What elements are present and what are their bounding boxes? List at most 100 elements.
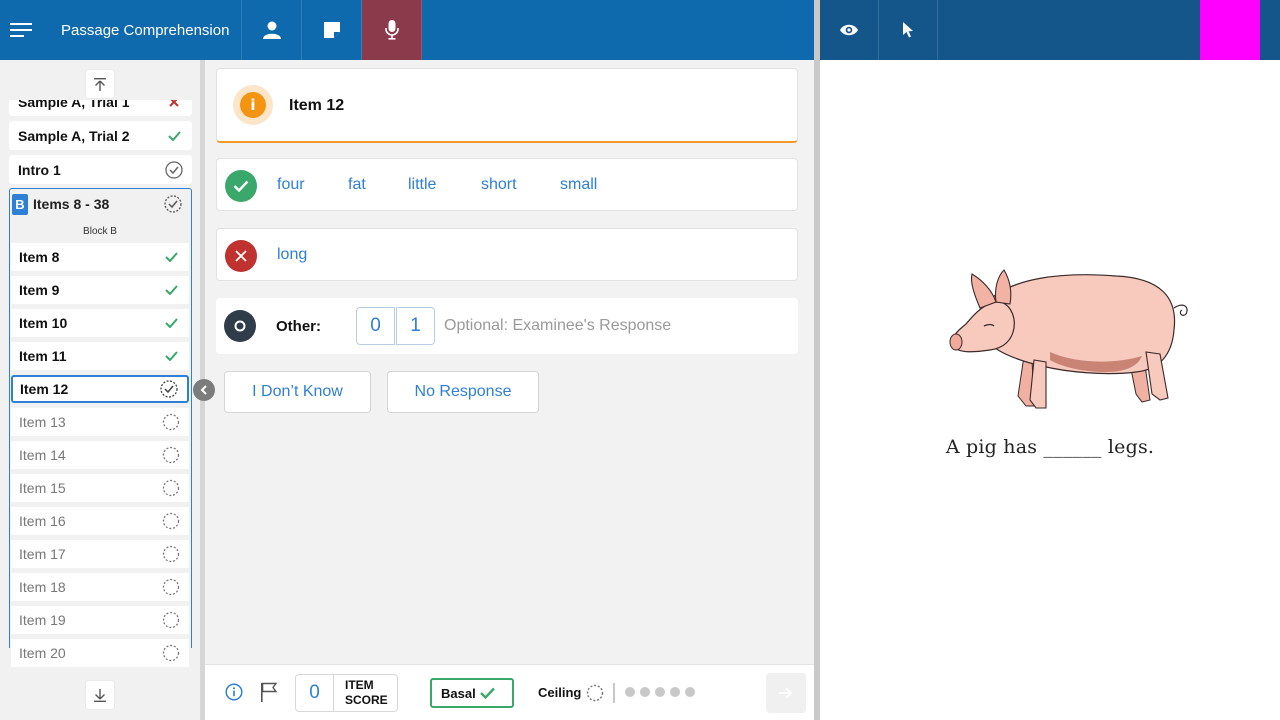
other-response-card: Other: 0 1 [216, 298, 798, 354]
sidebar-item-sample-a-trial-1[interactable]: Sample A, Trial 1 [9, 100, 192, 116]
ceiling-progress-dot [655, 687, 665, 697]
bottom-toolbar: 0 ITEM SCORE Basal Ceiling [205, 664, 814, 720]
not-started-circle-icon [162, 446, 180, 464]
check-icon [479, 687, 495, 699]
correct-check-icon [162, 248, 180, 266]
sidebar-item-item-16[interactable]: Item 16 [11, 507, 189, 535]
sidebar-item-item-8[interactable]: Item 8 [11, 243, 189, 271]
block-title: Items 8 - 38 [33, 196, 110, 212]
microphone-icon [384, 20, 399, 40]
other-label: Other: [276, 318, 321, 335]
sidebar-item-item-17[interactable]: Item 17 [11, 540, 189, 568]
notes-button[interactable] [302, 0, 362, 60]
correct-response-word[interactable]: little [408, 176, 436, 194]
sidebar-item-intro-1[interactable]: Intro 1 [9, 155, 192, 184]
correct-responses-card: four fat little short small [216, 158, 798, 211]
person-icon [262, 21, 281, 39]
correct-check-icon [165, 127, 183, 145]
score-0-button[interactable]: 0 [356, 307, 395, 345]
sidebar-item-item-19[interactable]: Item 19 [11, 606, 189, 634]
scoring-panel: i Item 12 four fat little short small lo… [205, 60, 814, 664]
sidebar-item-item-11[interactable]: Item 11 [11, 342, 189, 370]
item-score-label-line2: SCORE [345, 693, 388, 707]
in-progress-check-icon [160, 380, 178, 398]
pig-illustration [949, 269, 1188, 409]
sidebar-item-label: Item 10 [19, 315, 68, 331]
flag-icon [261, 682, 278, 702]
ceiling-progress-dot [685, 687, 695, 697]
sidebar-item-label: Item 16 [19, 513, 66, 529]
info-circle-icon [225, 683, 243, 701]
collapse-sidebar-button[interactable] [193, 379, 215, 401]
incorrect-x-icon[interactable] [225, 240, 257, 272]
examinee-response-input[interactable] [444, 315, 774, 337]
sidebar-item-label: Item 8 [19, 249, 60, 265]
menu-button[interactable] [0, 0, 42, 60]
correct-response-word[interactable]: small [560, 176, 597, 194]
correct-response-word[interactable]: four [277, 176, 305, 194]
pointer-button[interactable] [879, 0, 938, 60]
scroll-to-top-button[interactable] [86, 70, 114, 98]
eye-icon [840, 24, 858, 36]
block-header[interactable]: B Items 8 - 38 [10, 189, 190, 219]
sidebar-item-label: Item 12 [20, 381, 69, 397]
not-started-circle-icon [162, 545, 180, 563]
next-item-button[interactable] [766, 673, 806, 713]
completed-circle-check-icon [165, 160, 183, 179]
sidebar-item-label: Sample A, Trial 2 [18, 127, 130, 144]
dont-know-button[interactable]: I Don’t Know [224, 371, 371, 413]
not-started-circle-icon [162, 479, 180, 497]
sidebar-item-label: Item 18 [19, 579, 66, 595]
incorrect-responses-card: long [216, 228, 798, 281]
info-button[interactable] [225, 683, 243, 701]
ceiling-progress-dot [625, 687, 635, 697]
ceiling-progress-dots [625, 687, 695, 697]
chevron-left-icon [200, 385, 207, 395]
arrow-down-to-bottom-icon [94, 688, 106, 702]
ceiling-progress-dot [670, 687, 680, 697]
correct-check-icon [162, 347, 180, 365]
correct-check-icon [162, 314, 180, 332]
sidebar-item-item-18[interactable]: Item 18 [11, 573, 189, 601]
sidebar-item-label: Item 13 [19, 414, 66, 430]
correct-check-icon [162, 281, 180, 299]
sidebar-item-label: Intro 1 [18, 161, 61, 178]
sidebar-item-label: Item 15 [19, 480, 66, 496]
item-info-button[interactable]: i [233, 85, 273, 125]
stimulus-sentence: A pig has ______ legs. [945, 436, 1155, 458]
examinee-stimulus-page: A pig has ______ legs. [820, 60, 1280, 720]
correct-response-word[interactable]: fat [348, 176, 366, 194]
item-header-card: i Item 12 [216, 68, 798, 143]
not-started-circle-icon [162, 611, 180, 629]
sidebar-item-item-13[interactable]: Item 13 [11, 408, 189, 436]
sidebar-item-item-9[interactable]: Item 9 [11, 276, 189, 304]
examinee-view-toggle[interactable] [820, 0, 879, 60]
ceiling-progress-dot [640, 687, 650, 697]
correct-check-icon[interactable] [225, 170, 257, 202]
sidebar-item-item-10[interactable]: Item 10 [11, 309, 189, 337]
flag-button[interactable] [260, 682, 278, 702]
arrow-up-to-top-icon [94, 77, 106, 91]
incorrect-x-icon [165, 100, 183, 111]
sidebar-item-item-14[interactable]: Item 14 [11, 441, 189, 469]
correct-response-word[interactable]: short [481, 176, 517, 194]
record-button[interactable] [362, 0, 422, 60]
sidebar-item-label: Item 11 [19, 348, 67, 364]
app-title: Passage Comprehension [42, 0, 242, 60]
sidebar-item-item-20[interactable]: Item 20 [11, 639, 189, 667]
item-list: Sample A, Trial 1 Sample A, Trial 2 Intr… [0, 100, 200, 676]
sidebar-item-item-15[interactable]: Item 15 [11, 474, 189, 502]
scroll-to-bottom-button[interactable] [86, 681, 114, 709]
examinee-button[interactable] [242, 0, 302, 60]
sidebar-item-sample-a-trial-2[interactable]: Sample A, Trial 2 [9, 121, 192, 150]
sidebar-item-item-12[interactable]: Item 12 [11, 375, 189, 403]
not-started-circle-icon [162, 578, 180, 596]
incorrect-response-word[interactable]: long [277, 246, 307, 264]
score-1-button[interactable]: 1 [396, 307, 435, 345]
no-response-button[interactable]: No Response [387, 371, 539, 413]
sidebar-item-label: Item 9 [19, 282, 60, 298]
basal-status: Basal [430, 678, 514, 708]
block-subtitle: Block B [83, 226, 117, 237]
other-circle-icon[interactable] [224, 310, 256, 342]
item-score-label: ITEM SCORE [334, 675, 388, 711]
